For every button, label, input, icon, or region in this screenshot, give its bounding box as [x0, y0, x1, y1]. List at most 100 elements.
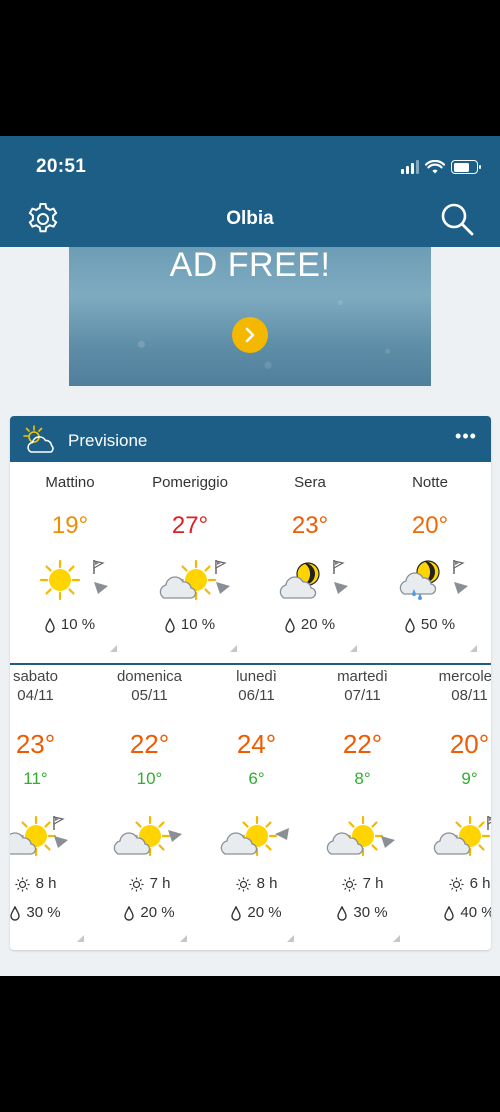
moon-cloud-rain-icon — [399, 559, 468, 600]
day-card-domenica[interactable]: domenica 05/11 22° 10° 7 h 20 % — [96, 665, 203, 950]
max-temperature: 22° — [129, 729, 170, 759]
sun-cloud-icon — [433, 815, 491, 857]
rain-probability: 20 % — [203, 904, 310, 921]
more-options-button[interactable]: ••• — [455, 427, 477, 448]
day-part-notte[interactable]: Notte 20° 50 % — [370, 462, 490, 663]
sunshine-value: 8 h — [256, 875, 278, 892]
day-part-temperature: 23° — [291, 512, 329, 539]
sun-outline-icon — [129, 877, 144, 892]
drop-icon — [444, 905, 455, 921]
drop-icon — [165, 617, 175, 633]
max-temperature: 23° — [15, 729, 56, 759]
sunshine-hours: 8 h — [203, 875, 310, 892]
drop-icon — [337, 905, 348, 921]
status-icons — [401, 158, 481, 176]
day-part-pomeriggio[interactable]: Pomeriggio 27° 10 % — [130, 462, 250, 663]
day-name: martedì — [337, 668, 388, 685]
signal-icon — [401, 160, 419, 174]
ad-arrow-button[interactable] — [232, 317, 268, 353]
max-temperature: 22° — [342, 729, 383, 759]
day-parts: Mattino 19° 10 % Pomeriggio 27° 10 % Ser… — [10, 462, 491, 663]
expand-corner-icon — [470, 645, 477, 652]
day-part-label: Sera — [294, 474, 326, 491]
sun-cloud-icon — [326, 815, 395, 857]
expand-corner-icon — [393, 935, 400, 942]
day-date: 07/11 — [344, 687, 381, 704]
sunshine-hours: 8 h — [10, 875, 89, 892]
moon-cloud-icon — [279, 559, 348, 599]
drop-icon — [231, 905, 242, 921]
min-temperature: 10° — [136, 769, 163, 788]
sun-outline-icon — [15, 877, 30, 892]
min-temperature: 9° — [461, 769, 478, 788]
rain-probability: 30 % — [10, 904, 89, 921]
day-date: 05/11 — [131, 687, 168, 704]
search-icon[interactable] — [439, 201, 475, 237]
sunshine-value: 7 h — [149, 875, 171, 892]
min-temperature: 8° — [354, 769, 371, 788]
rain-value: 30 % — [26, 904, 61, 921]
rain-value: 10 % — [180, 616, 216, 633]
rain-value: 40 % — [460, 904, 491, 921]
rain-probability: 10 % — [130, 616, 250, 633]
expand-corner-icon — [350, 645, 357, 652]
drop-icon — [124, 905, 135, 921]
rain-probability: 30 % — [309, 904, 416, 921]
rain-value: 50 % — [420, 616, 456, 633]
ad-text: AD FREE! — [169, 247, 331, 284]
sun-cloud-icon — [10, 815, 68, 857]
rain-value: 30 % — [353, 904, 388, 921]
sun-outline-icon — [449, 877, 464, 892]
expand-corner-icon — [287, 935, 294, 942]
expand-corner-icon — [77, 935, 84, 942]
day-part-temperature: 20° — [411, 512, 449, 539]
day-card-lunedi[interactable]: lunedì 06/11 24° 6° 8 h 20 % — [203, 665, 310, 950]
sun-outline-icon — [236, 877, 251, 892]
sun-icon — [39, 559, 108, 601]
battery-icon — [451, 160, 481, 174]
drop-icon — [405, 617, 415, 633]
day-part-mattino[interactable]: Mattino 19° 10 % — [10, 462, 130, 663]
sun-outline-icon — [342, 877, 357, 892]
day-name: sabato — [12, 668, 59, 685]
daily-forecast-row[interactable]: sabato 04/11 23° 11° 8 h 30 % domenica 0… — [10, 665, 491, 950]
rain-value: 20 % — [300, 616, 336, 633]
forecast-card-header: Previsione ••• — [10, 416, 491, 462]
expand-corner-icon — [230, 645, 237, 652]
max-temperature: 24° — [236, 729, 277, 759]
sun-cloud-icon — [113, 815, 182, 857]
sunshine-hours: 7 h — [309, 875, 416, 892]
rain-probability: 50 % — [370, 616, 490, 633]
rain-probability: 40 % — [416, 904, 491, 921]
day-part-temperature: 19° — [51, 512, 89, 539]
day-part-label: Mattino — [45, 474, 95, 491]
sunshine-hours: 6 h — [416, 875, 491, 892]
day-part-label: Notte — [412, 474, 448, 491]
rain-probability: 10 % — [10, 616, 130, 633]
day-date: 04/11 — [17, 687, 54, 704]
rain-value: 20 % — [140, 904, 175, 921]
day-name: mercoled — [438, 668, 491, 685]
forecast-card: Previsione ••• Mattino 19° 10 % Pomerigg… — [10, 416, 491, 950]
day-part-temperature: 27° — [171, 512, 209, 539]
day-card-martedi[interactable]: martedì 07/11 22° 8° 7 h 30 % — [309, 665, 416, 950]
max-temperature: 20° — [449, 729, 490, 759]
day-card-sabato[interactable]: sabato 04/11 23° 11° 8 h 30 % — [10, 665, 89, 950]
sunshine-value: 7 h — [362, 875, 384, 892]
day-part-sera[interactable]: Sera 23° 20 % — [250, 462, 370, 663]
rain-value: 10 % — [60, 616, 96, 633]
rain-probability: 20 % — [96, 904, 203, 921]
wifi-icon — [425, 159, 445, 173]
sun-cloud-outline-icon — [23, 425, 54, 453]
day-name: domenica — [116, 668, 183, 685]
top-bar: 20:51 Olbia — [0, 136, 500, 247]
sunshine-hours: 7 h — [96, 875, 203, 892]
sun-cloud-icon — [159, 559, 230, 601]
ad-banner[interactable]: AD FREE! — [69, 247, 431, 386]
status-time: 20:51 — [36, 156, 87, 177]
drop-icon — [10, 905, 21, 921]
forecast-title: Previsione — [68, 431, 148, 450]
day-card-mercoledi[interactable]: mercoled 08/11 20° 9° 6 h 40 % — [416, 665, 491, 950]
sunshine-value: 8 h — [35, 875, 57, 892]
rain-probability: 20 % — [250, 616, 370, 633]
